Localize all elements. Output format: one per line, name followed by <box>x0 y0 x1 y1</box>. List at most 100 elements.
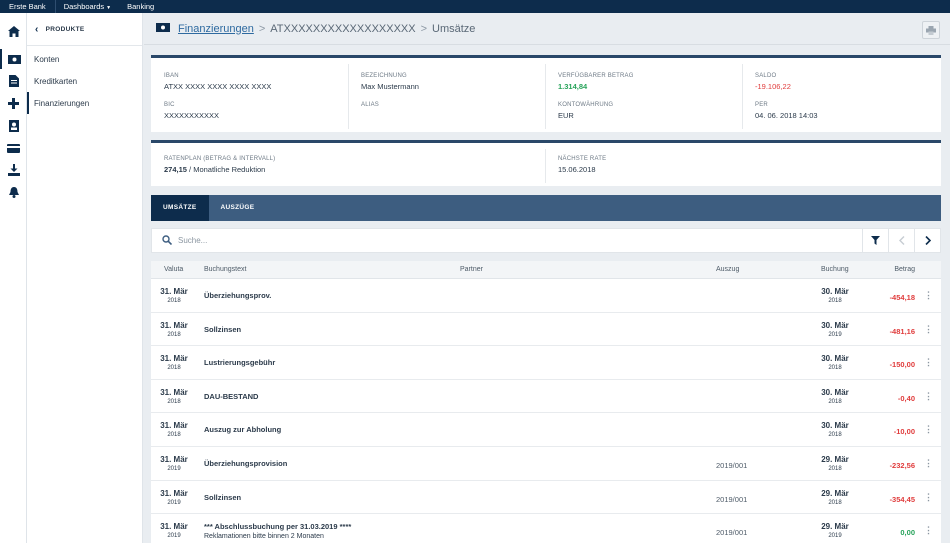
more-options-icon[interactable]: ⋮ <box>924 357 933 368</box>
sidebar-item-label: Finanzierungen <box>34 98 90 108</box>
buchung-day: 30. Mär <box>821 421 849 431</box>
buchung-day: 30. Mär <box>821 354 849 364</box>
sidebar-title: PRODUKTE <box>45 25 85 33</box>
valuta-date: 31. Mär 2019 <box>151 489 197 506</box>
header-auszug[interactable]: Auszug <box>716 266 739 273</box>
table-row[interactable]: 31. Mär 2018 Sollzinsen 30. Mär 2019 -48… <box>151 313 941 347</box>
table-row[interactable]: 31. Mär 2018 Auszug zur Abholung 30. Mär… <box>151 413 941 447</box>
buchung-year: 2018 <box>828 499 842 506</box>
buchung-date: 30. Mär 2018 <box>812 287 858 304</box>
product-sidebar: ‹ PRODUKTE Konten Kreditkarten Finanzier… <box>27 13 143 543</box>
tab-auszuege[interactable]: AUSZÜGE <box>209 195 267 221</box>
bezeichnung-field: BEZEICHNUNG Max Mustermann <box>361 73 419 91</box>
betrag-value: -454,18 <box>889 293 915 302</box>
auszug-value: 2019/001 <box>716 494 748 504</box>
more-options-icon[interactable]: ⋮ <box>924 290 933 301</box>
breadcrumb-link-finanzierungen[interactable]: Finanzierungen <box>178 23 254 35</box>
table-row[interactable]: 31. Mär 2019 Überziehungsprovision 2019/… <box>151 447 941 481</box>
breadcrumb-separator: > <box>420 22 428 35</box>
header-valuta[interactable]: Valuta <box>164 266 183 273</box>
nav-dashboards[interactable]: Dashboards ▼ <box>56 0 119 13</box>
valuta-day: 31. Mär <box>160 287 188 296</box>
sidebar-item-finanzierungen[interactable]: Finanzierungen <box>27 92 142 114</box>
betrag-value: -0,40 <box>897 393 915 403</box>
table-row[interactable]: 31. Mär 2019 *** Abschlussbuchung per 31… <box>151 514 941 543</box>
bezeichnung-value: Max Mustermann <box>361 82 419 91</box>
breadcrumb: Finanzierungen > ATXXXXXXXXXXXXXXXXXX > … <box>144 13 950 45</box>
search-icon <box>162 234 173 247</box>
header-buchung[interactable]: Buchung <box>821 266 849 273</box>
waehrung-field: KONTOWÄHRUNG EUR <box>558 102 613 120</box>
buchung-date: 30. Mär 2018 <box>812 354 858 371</box>
contact-icon[interactable] <box>0 116 27 136</box>
valuta-date: 31. Mär 2018 <box>151 421 197 438</box>
plus-icon[interactable] <box>0 93 27 113</box>
naechste-rate-field: NÄCHSTE RATE 15.06.2018 <box>558 156 606 174</box>
table-row[interactable]: 31. Mär 2018 Lustrierungsgebühr 30. Mär … <box>151 346 941 380</box>
buchung-year: 2018 <box>828 298 842 304</box>
buchungstext: Überziehungsprovision <box>204 459 287 470</box>
brand-logo[interactable]: Erste Bank <box>0 0 56 13</box>
download-icon[interactable] <box>0 160 27 180</box>
buchungstext-main: *** Abschlussbuchung per 31.03.2019 **** <box>204 522 352 532</box>
sidebar-item-kreditkarten[interactable]: Kreditkarten <box>27 70 142 92</box>
rate-plan-card: RATENPLAN (BETRAG & INTERVALL) 274,15 / … <box>151 140 941 186</box>
filter-button[interactable] <box>862 229 888 252</box>
prev-page-button[interactable] <box>888 229 914 252</box>
buchungstext-sub: Reklamationen bitte binnen 2 Monaten <box>204 533 324 541</box>
valuta-day: 31. Mär <box>160 354 188 364</box>
table-body: 31. Mär 2018 Überziehungsprov. 30. Mär 2… <box>151 279 941 543</box>
icon-sidebar <box>0 13 27 543</box>
sidebar-header[interactable]: ‹ PRODUKTE <box>27 13 142 46</box>
ratenplan-label: RATENPLAN (BETRAG & INTERVALL) <box>164 156 276 162</box>
more-options-icon[interactable]: ⋮ <box>924 324 933 335</box>
iban-label: IBAN <box>164 73 179 79</box>
more-options-icon[interactable]: ⋮ <box>924 391 933 402</box>
cash-icon <box>156 22 170 35</box>
next-page-button[interactable] <box>914 229 940 252</box>
valuta-year: 2018 <box>167 365 181 372</box>
print-button[interactable] <box>922 21 940 39</box>
buchung-year: 2018 <box>828 398 842 405</box>
auszug-value: 2019/001 <box>716 528 748 538</box>
table-row[interactable]: 31. Mär 2018 Überziehungsprov. 30. Mär 2… <box>151 279 941 313</box>
buchungstext: Sollzinsen <box>204 493 241 504</box>
sidebar-item-konten[interactable]: Konten <box>27 48 142 70</box>
buchung-date: 30. Mär 2019 <box>812 321 858 338</box>
chevron-left-icon[interactable]: ‹ <box>35 24 39 35</box>
tab-umsaetze[interactable]: UMSÄTZE <box>151 195 209 221</box>
per-label: PER <box>755 102 768 108</box>
valuta-date: 31. Mär 2019 <box>151 522 197 539</box>
more-options-icon[interactable]: ⋮ <box>924 492 933 503</box>
valuta-day: 31. Mär <box>160 421 188 431</box>
more-options-icon[interactable]: ⋮ <box>924 424 933 435</box>
bell-icon[interactable] <box>0 182 27 202</box>
betrag-value: 0,00 <box>900 528 915 538</box>
cash-icon[interactable] <box>0 49 27 69</box>
nav-banking[interactable]: Banking <box>119 0 162 13</box>
transactions-table: Valuta Buchungstext Partner Auszug Buchu… <box>151 261 941 543</box>
bic-value: XXXXXXXXXXX <box>164 111 220 120</box>
buchungstext: Überziehungsprov. <box>204 291 271 302</box>
buchung-date: 29. Mär 2018 <box>812 489 858 506</box>
home-icon[interactable] <box>0 21 27 41</box>
top-navigation-bar: Erste Bank Dashboards ▼ Banking <box>0 0 950 13</box>
column-divider <box>545 64 546 129</box>
header-buchungstext[interactable]: Buchungstext <box>204 266 246 273</box>
document-icon[interactable] <box>0 71 27 91</box>
nav-banking-label: Banking <box>127 2 155 11</box>
buchung-year: 2019 <box>828 533 842 540</box>
tab-bar: UMSÄTZE AUSZÜGE <box>151 195 941 221</box>
header-betrag[interactable]: Betrag <box>894 266 915 273</box>
table-header: Valuta Buchungstext Partner Auszug Buchu… <box>151 261 941 279</box>
header-partner[interactable]: Partner <box>460 266 483 273</box>
more-options-icon[interactable]: ⋮ <box>924 525 933 536</box>
table-row[interactable]: 31. Mär 2019 Sollzinsen 2019/001 29. Mär… <box>151 481 941 515</box>
card-icon[interactable] <box>0 138 27 158</box>
search-input[interactable] <box>178 236 818 245</box>
column-divider <box>545 149 546 183</box>
buchung-date: 29. Mär 2019 <box>812 522 858 539</box>
buchung-day: 29. Mär <box>821 454 849 464</box>
more-options-icon[interactable]: ⋮ <box>924 458 933 469</box>
table-row[interactable]: 31. Mär 2018 DAU-BESTAND 30. Mär 2018 -0… <box>151 380 941 414</box>
